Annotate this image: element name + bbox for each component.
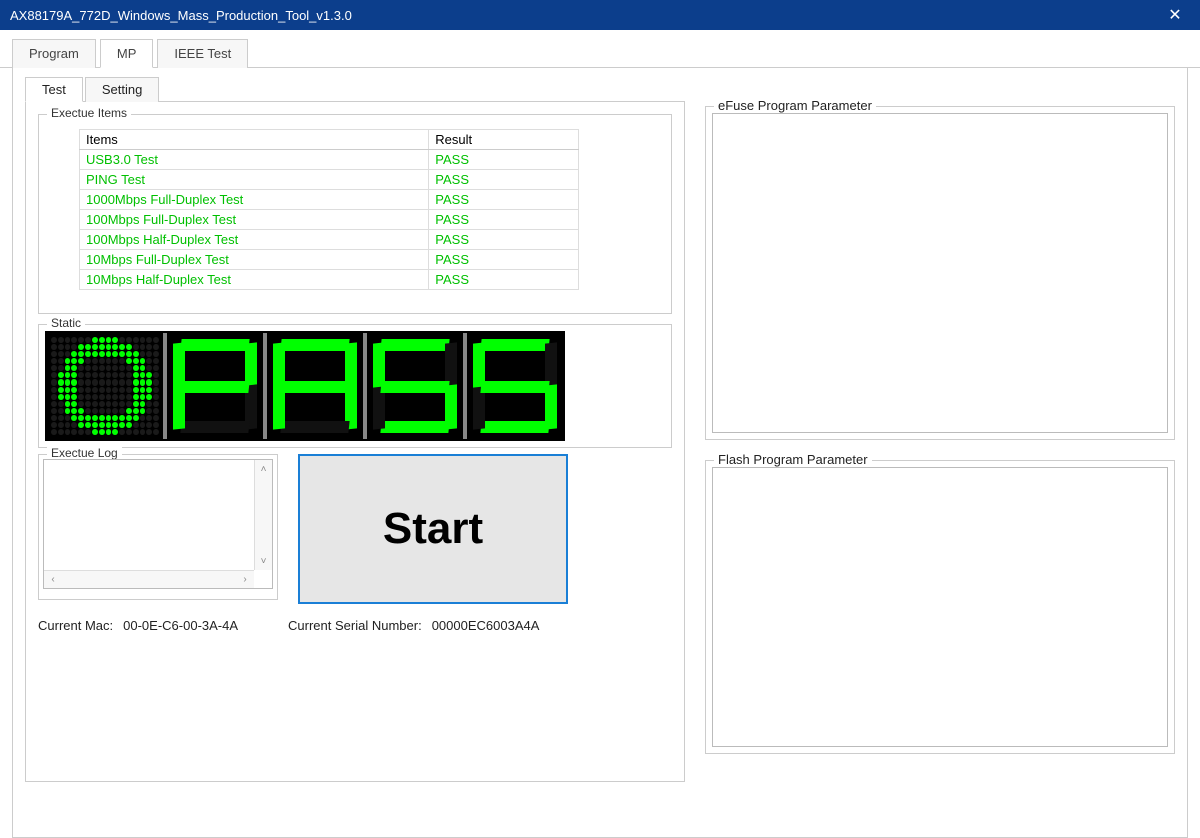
close-icon[interactable]: ✕: [1160, 0, 1190, 30]
execute-log-box[interactable]: ˄ ˅ ‹ ›: [43, 459, 273, 589]
table-row: USB3.0 TestPASS: [80, 150, 579, 170]
scroll-right-icon[interactable]: ›: [236, 571, 254, 588]
item-name: 10Mbps Half-Duplex Test: [80, 270, 429, 290]
right-column: eFuse Program Parameter Flash Program Pa…: [705, 76, 1175, 829]
item-name: 1000Mbps Full-Duplex Test: [80, 190, 429, 210]
tab-ieee[interactable]: IEEE Test: [157, 39, 248, 68]
current-mac-label: Current Mac:: [38, 618, 113, 633]
item-name: PING Test: [80, 170, 429, 190]
window-title: AX88179A_772D_Windows_Mass_Production_To…: [10, 8, 352, 23]
tab-test[interactable]: Test: [25, 77, 83, 102]
efuse-legend: eFuse Program Parameter: [714, 98, 876, 113]
efuse-group: eFuse Program Parameter: [705, 106, 1175, 440]
table-row: 100Mbps Full-Duplex TestPASS: [80, 210, 579, 230]
current-mac-value: 00-0E-C6-00-3A-4A: [123, 618, 238, 633]
seg-digit-4: [467, 333, 563, 439]
execute-items-legend: Exectue Items: [47, 106, 131, 120]
table-row: 10Mbps Full-Duplex TestPASS: [80, 250, 579, 270]
item-result: PASS: [429, 230, 579, 250]
item-name: 100Mbps Half-Duplex Test: [80, 230, 429, 250]
log-hscroll[interactable]: ‹ ›: [44, 570, 254, 588]
title-bar: AX88179A_772D_Windows_Mass_Production_To…: [0, 0, 1200, 30]
item-name: 100Mbps Full-Duplex Test: [80, 210, 429, 230]
test-panel: Exectue Items Items Result USB3.0 TestPA…: [25, 102, 685, 782]
execute-log-legend: Exectue Log: [47, 446, 122, 460]
dot-matrix: [47, 333, 167, 439]
item-name: 10Mbps Full-Duplex Test: [80, 250, 429, 270]
static-legend: Static: [47, 316, 85, 330]
item-result: PASS: [429, 150, 579, 170]
item-result: PASS: [429, 250, 579, 270]
seg-digit-2: [267, 333, 367, 439]
item-result: PASS: [429, 270, 579, 290]
log-vscroll[interactable]: ˄ ˅: [254, 460, 272, 570]
execute-items-group: Exectue Items Items Result USB3.0 TestPA…: [38, 114, 672, 314]
current-serial-value: 00000EC6003A4A: [432, 618, 540, 633]
items-table: Items Result USB3.0 TestPASSPING TestPAS…: [79, 129, 579, 290]
led-display: [45, 331, 565, 441]
scroll-down-icon[interactable]: ˅: [255, 552, 272, 570]
item-result: PASS: [429, 210, 579, 230]
scroll-up-icon[interactable]: ˄: [255, 460, 272, 478]
static-group: Static: [38, 324, 672, 448]
table-row: PING TestPASS: [80, 170, 579, 190]
seg-digit-1: [167, 333, 267, 439]
execute-log-group: Exectue Log ˄ ˅ ‹ ›: [38, 454, 278, 600]
efuse-box[interactable]: [712, 113, 1168, 433]
tab-program[interactable]: Program: [12, 39, 96, 68]
scroll-left-icon[interactable]: ‹: [44, 571, 62, 588]
info-row: Current Mac: 00-0E-C6-00-3A-4A Current S…: [38, 618, 672, 633]
item-name: USB3.0 Test: [80, 150, 429, 170]
table-row: 100Mbps Half-Duplex TestPASS: [80, 230, 579, 250]
seg-digit-3: [367, 333, 467, 439]
items-header-item: Items: [80, 130, 429, 150]
items-header-result: Result: [429, 130, 579, 150]
flash-group: Flash Program Parameter: [705, 460, 1175, 754]
outer-tabs: Program MP IEEE Test: [0, 38, 1200, 68]
left-column: Test Setting Exectue Items Items Result: [25, 76, 685, 829]
start-button[interactable]: Start: [298, 454, 568, 604]
item-result: PASS: [429, 170, 579, 190]
main-frame: Test Setting Exectue Items Items Result: [12, 68, 1188, 838]
tab-setting[interactable]: Setting: [85, 77, 159, 102]
table-row: 1000Mbps Full-Duplex TestPASS: [80, 190, 579, 210]
current-serial-label: Current Serial Number:: [288, 618, 422, 633]
inner-tabs: Test Setting: [25, 76, 685, 102]
flash-box[interactable]: [712, 467, 1168, 747]
flash-legend: Flash Program Parameter: [714, 452, 872, 467]
tab-mp[interactable]: MP: [100, 39, 154, 68]
item-result: PASS: [429, 190, 579, 210]
table-row: 10Mbps Half-Duplex TestPASS: [80, 270, 579, 290]
